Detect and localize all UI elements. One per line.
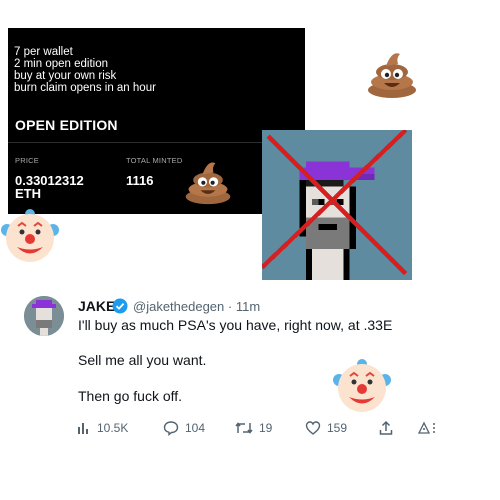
reply-button[interactable]: 104 bbox=[163, 418, 205, 438]
timestamp[interactable]: 11m bbox=[236, 299, 260, 314]
note-line: 2 min open edition bbox=[14, 58, 108, 70]
tweet-text-line: Sell me all you want. bbox=[78, 352, 207, 368]
views-icon bbox=[78, 423, 88, 434]
tweet-text-line: I'll buy as much PSA's you have, right n… bbox=[78, 317, 393, 333]
panel-divider bbox=[8, 142, 305, 143]
share-icon bbox=[379, 420, 393, 435]
note-line: burn claim opens in an hour bbox=[14, 82, 156, 94]
display-name[interactable]: JAKE bbox=[78, 298, 115, 314]
total-minted-value: 1116 bbox=[126, 173, 154, 188]
price-value: 0.33012312 ETH bbox=[15, 174, 115, 200]
reply-count: 104 bbox=[185, 421, 206, 435]
handle[interactable]: @jakethedegen bbox=[133, 299, 224, 314]
price-currency: ETH bbox=[15, 186, 41, 201]
verified-badge-icon bbox=[112, 298, 128, 314]
like-button[interactable]: 159 bbox=[305, 418, 347, 438]
reply-icon bbox=[163, 421, 179, 436]
mint-notes: 7 per wallet 2 min open edition buy at y… bbox=[14, 46, 294, 94]
avatar[interactable] bbox=[24, 296, 64, 336]
retweet-count: 19 bbox=[259, 421, 273, 435]
total-minted-label: TOTAL MINTED bbox=[126, 156, 183, 165]
like-icon bbox=[305, 421, 321, 435]
crossed-out-punk-image bbox=[262, 130, 412, 280]
share-button[interactable] bbox=[378, 418, 394, 438]
clown-emoji bbox=[333, 359, 391, 412]
poop-emoji bbox=[368, 53, 416, 98]
price-label: PRICE bbox=[15, 156, 39, 165]
more-icon bbox=[417, 421, 435, 434]
retweet-button[interactable]: 19 bbox=[235, 418, 272, 438]
more-options-button[interactable] bbox=[417, 418, 439, 438]
like-count: 159 bbox=[327, 421, 348, 435]
views-count: 10.5K bbox=[97, 421, 129, 435]
note-line: 7 per wallet bbox=[14, 46, 73, 58]
handle-line: @jakethedegen · 11m bbox=[133, 299, 260, 314]
retweet-icon bbox=[235, 422, 253, 434]
views-button[interactable]: 10.5K bbox=[77, 418, 128, 438]
note-line: buy at your own risk bbox=[14, 70, 117, 82]
clown-emoji bbox=[1, 209, 59, 262]
poop-emoji bbox=[185, 162, 231, 205]
separator-dot: · bbox=[227, 299, 233, 314]
tweet-text-line: Then go fuck off. bbox=[78, 388, 183, 404]
edition-title: OPEN EDITION bbox=[15, 117, 118, 133]
